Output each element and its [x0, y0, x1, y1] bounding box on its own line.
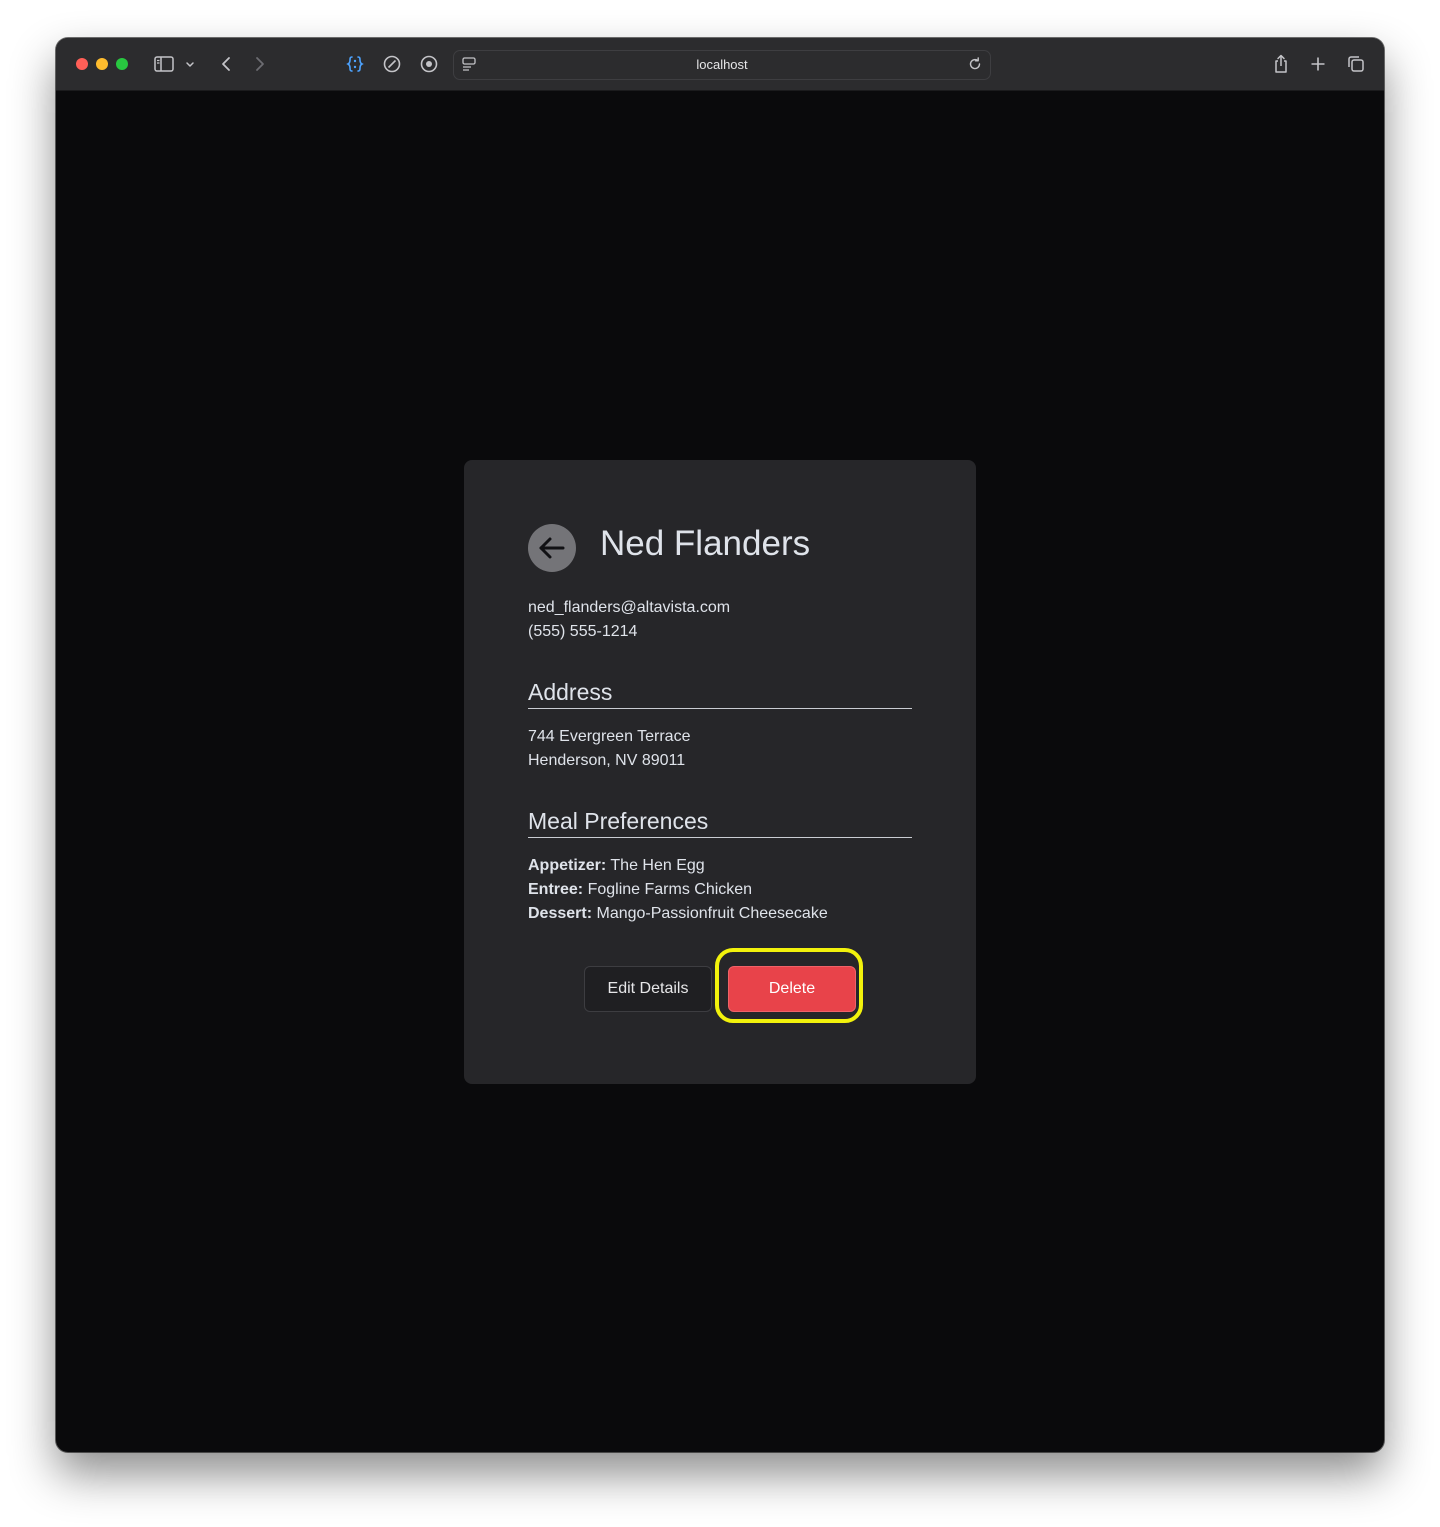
share-icon[interactable]: [1269, 52, 1293, 76]
meal-appetizer: Appetizer: The Hen Egg: [528, 854, 828, 878]
meal-value: The Hen Egg: [610, 857, 705, 874]
address-heading: Address: [528, 677, 912, 709]
address-block: 744 Evergreen Terrace Henderson, NV 8901…: [528, 725, 690, 773]
browser-toolbar: localhost: [56, 38, 1384, 91]
delete-button[interactable]: Delete: [728, 966, 856, 1012]
back-button[interactable]: [528, 524, 576, 572]
meal-label: Dessert:: [528, 905, 593, 922]
reload-icon[interactable]: [966, 55, 984, 73]
contact-details: ned_flanders@altavista.com (555) 555-121…: [528, 596, 730, 644]
contact-phone: (555) 555-1214: [528, 623, 638, 640]
address-line-2: Henderson, NV 89011: [528, 752, 686, 769]
minimize-window-button[interactable]: [96, 58, 108, 70]
tab-overview-icon[interactable]: [1344, 52, 1368, 76]
new-tab-icon[interactable]: [1306, 52, 1330, 76]
contact-email: ned_flanders@altavista.com: [528, 599, 731, 616]
meal-preferences-list: Appetizer: The Hen Egg Entree: Fogline F…: [528, 854, 828, 926]
zoom-window-button[interactable]: [116, 58, 128, 70]
devtools-braces-icon[interactable]: [343, 52, 367, 76]
browser-window: localhost Ned Flanders ned_flanders@alta…: [56, 38, 1384, 1452]
meal-label: Appetizer:: [528, 857, 607, 874]
contact-card: Ned Flanders ned_flanders@altavista.com …: [464, 460, 976, 1084]
address-line-1: 744 Evergreen Terrace: [528, 728, 691, 745]
close-window-button[interactable]: [76, 58, 88, 70]
url-text: localhost: [696, 57, 748, 72]
back-nav-icon[interactable]: [214, 52, 238, 76]
meal-preferences-heading: Meal Preferences: [528, 806, 912, 838]
edit-details-button[interactable]: Edit Details: [584, 966, 712, 1012]
meal-dessert: Dessert: Mango-Passionfruit Cheesecake: [528, 902, 828, 926]
forward-nav-icon[interactable]: [248, 52, 272, 76]
record-target-icon[interactable]: [417, 52, 441, 76]
meal-value: Fogline Farms Chicken: [587, 881, 753, 898]
chevron-down-icon[interactable]: [182, 52, 198, 76]
meal-entree: Entree: Fogline Farms Chicken: [528, 878, 828, 902]
meal-value: Mango-Passionfruit Cheesecake: [596, 905, 828, 922]
block-content-icon[interactable]: [380, 52, 404, 76]
address-bar[interactable]: localhost: [453, 50, 991, 80]
sidebar-toggle-icon[interactable]: [152, 52, 176, 76]
meal-label: Entree:: [528, 881, 584, 898]
arrow-left-icon: [539, 537, 565, 559]
contact-name: Ned Flanders: [600, 524, 811, 563]
